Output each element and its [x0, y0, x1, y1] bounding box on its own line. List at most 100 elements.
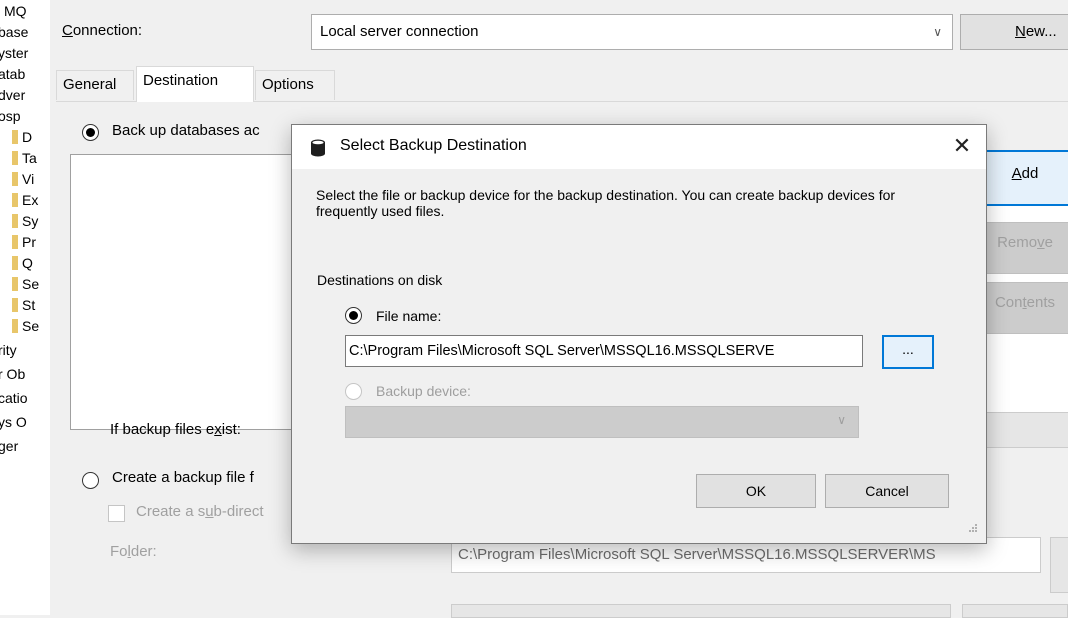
exist-label-text: If backup files e	[110, 421, 215, 438]
add-button[interactable]: Add	[980, 150, 1068, 206]
close-icon[interactable]: ✕	[942, 129, 982, 165]
bottom-field[interactable]	[451, 604, 951, 618]
new-button-label: ew...	[1025, 23, 1057, 40]
tree-node[interactable]: osp	[0, 105, 21, 127]
tab-options[interactable]: Options	[255, 70, 335, 100]
tab-options-label: Options	[262, 76, 314, 93]
folder-icon	[12, 193, 18, 207]
database-icon	[311, 139, 325, 157]
dialog-description: Select the file or backup device for the…	[316, 187, 896, 219]
tree-node-label: Se	[22, 318, 40, 334]
file-name-input[interactable]: C:\Program Files\Microsoft SQL Server\MS…	[345, 335, 863, 367]
dialog-title: Select Backup Destination	[340, 137, 527, 154]
resize-grip-dots	[969, 524, 977, 532]
connection-select-value: Local server connection	[320, 23, 479, 40]
tree-node-label: r Ob	[0, 366, 26, 382]
folder-browse-button[interactable]	[1050, 537, 1068, 593]
tree-node-label: osp	[0, 108, 21, 124]
tree-node[interactable]: r Ob	[0, 363, 25, 385]
folder-icon	[12, 277, 18, 291]
tab-general-label: General	[63, 76, 117, 93]
connection-label-text: onnection:	[72, 22, 143, 39]
tree-node-label: Vi	[22, 171, 35, 187]
tree-node-label: Q	[22, 255, 33, 271]
tree-node[interactable]: St	[0, 294, 35, 316]
file-name-label: File name:	[376, 308, 442, 324]
tree-node[interactable]: rity	[0, 339, 17, 361]
tree-node-label: Se	[22, 276, 40, 292]
folder-label: Folder:	[110, 543, 157, 560]
tree-node-label: Pr	[22, 234, 36, 250]
chevron-down-icon: ∨	[837, 413, 846, 427]
remove-button-label-end: e	[1044, 234, 1053, 251]
if-backup-exists-select[interactable]	[980, 412, 1068, 448]
tree-node[interactable]: Ex	[0, 189, 38, 211]
radio-selected-dot	[349, 311, 358, 320]
backup-databases-radio[interactable]	[82, 124, 99, 141]
select-backup-destination-dialog: Select Backup Destination ✕ Select the f…	[291, 124, 987, 544]
folder-icon	[12, 172, 18, 186]
tree-node[interactable]: Se	[0, 273, 39, 295]
exist-label-end: ist:	[221, 421, 241, 438]
backup-device-select[interactable]: ∨	[345, 406, 859, 438]
resize-grip-icon[interactable]	[966, 523, 980, 537]
tree-node[interactable]: Se	[0, 315, 39, 337]
tree-node[interactable]: Q	[0, 252, 33, 274]
tree-node-label: base	[0, 24, 29, 40]
create-backup-file-label: Create a backup file f	[112, 469, 254, 486]
subdir-label-accel: u	[205, 503, 214, 520]
remove-button[interactable]: Remove	[980, 222, 1068, 274]
cancel-button[interactable]: Cancel	[825, 474, 949, 508]
tree-node[interactable]: D	[0, 126, 32, 148]
tree-node[interactable]: ys O	[0, 411, 27, 433]
tree-node-label: dver	[0, 87, 26, 103]
tree-node[interactable]: base	[0, 21, 28, 43]
folder-icon	[12, 298, 18, 312]
tab-destination[interactable]: Destination	[136, 66, 254, 102]
tree-node[interactable]: Pr	[0, 231, 36, 253]
contents-button[interactable]: Contents	[980, 282, 1068, 334]
create-backup-file-radio[interactable]	[82, 472, 99, 489]
new-connection-button[interactable]: New...	[960, 14, 1068, 50]
new-button-accel: N	[1015, 23, 1026, 40]
folder-icon	[12, 235, 18, 249]
tree-node[interactable]: dver	[0, 84, 25, 106]
create-subdirectory-checkbox[interactable]	[108, 505, 125, 522]
tree-node[interactable]: atab	[0, 63, 25, 85]
browse-file-button[interactable]: ...	[882, 335, 934, 369]
file-name-radio[interactable]	[345, 307, 362, 324]
backup-device-radio[interactable]	[345, 383, 362, 400]
tree-node-label: St	[22, 297, 36, 313]
tree-node[interactable]: MQ	[4, 0, 27, 22]
connection-select[interactable]: Local server connection ∨	[311, 14, 953, 50]
tab-general[interactable]: General	[56, 70, 134, 100]
bottom-button[interactable]	[962, 604, 1068, 618]
folder-icon	[12, 319, 18, 333]
tree-node[interactable]: Sy	[0, 210, 38, 232]
destinations-on-disk-label: Destinations on disk	[317, 272, 443, 288]
tree-node-label: atab	[0, 66, 26, 82]
tree-node[interactable]: catio	[0, 387, 28, 409]
tab-destination-label: Destination	[143, 72, 219, 89]
backup-device-label: Backup device:	[376, 383, 471, 399]
folder-label-text: Fo	[110, 543, 128, 560]
tree-node-label: Sy	[22, 213, 39, 229]
radio-selected-dot	[86, 128, 95, 137]
subdir-label-text: Create a s	[136, 503, 206, 520]
tree-node-label: yster	[0, 45, 29, 61]
folder-label-end: der:	[130, 543, 157, 560]
dialog-titlebar[interactable]: Select Backup Destination ✕	[292, 125, 986, 169]
tree-node[interactable]: ger	[0, 435, 18, 457]
tree-node[interactable]: Vi	[0, 168, 34, 190]
tree-node-label: rity	[0, 342, 17, 358]
create-subdirectory-label: Create a sub-direct	[136, 503, 264, 520]
contents-button-label: Con	[994, 294, 1023, 311]
subdir-label-end: b-direct	[213, 503, 264, 520]
tree-node[interactable]: yster	[0, 42, 28, 64]
contents-button-label-end: ents	[1026, 294, 1056, 311]
ok-button[interactable]: OK	[696, 474, 816, 508]
backup-databases-label: Back up databases ac	[112, 122, 260, 139]
exist-label-accel: x	[214, 421, 222, 438]
tree-node[interactable]: Ta	[0, 147, 37, 169]
folder-icon	[12, 256, 18, 270]
